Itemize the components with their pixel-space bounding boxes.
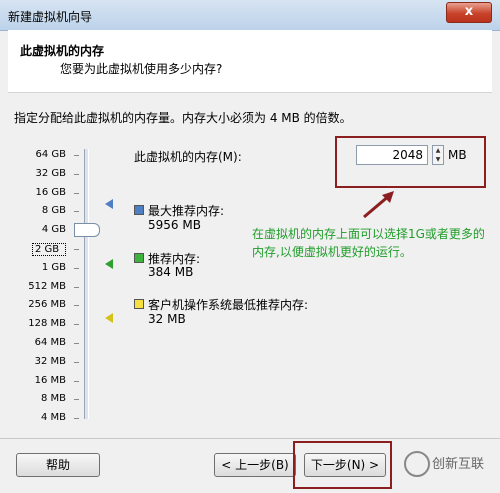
annotation-arrow-icon bbox=[363, 191, 394, 219]
scale-label: 512 MB bbox=[28, 280, 66, 292]
scale-tick bbox=[74, 155, 79, 156]
scale-label: 16 MB bbox=[34, 374, 66, 386]
scale-label: 8 GB bbox=[41, 205, 66, 217]
scale-tick bbox=[74, 361, 79, 363]
scale-label: 16 GB bbox=[35, 186, 66, 198]
back-button[interactable]: < 上一步(B) bbox=[214, 453, 296, 477]
scale-tick bbox=[74, 399, 79, 401]
instruction-text: 指定分配给此虚拟机的内存量。内存大小必须为 4 MB 的倍数。 bbox=[14, 111, 352, 125]
page-title: 此虚拟机的内存 bbox=[20, 44, 105, 58]
memory-label: 此虚拟机的内存(M): bbox=[134, 150, 242, 164]
scale-label: 64 GB bbox=[35, 149, 66, 160]
scale-tick bbox=[74, 249, 79, 250]
help-button[interactable]: 帮助 bbox=[16, 453, 100, 477]
scale-tick bbox=[74, 192, 79, 194]
scale-tick bbox=[74, 324, 79, 326]
close-icon: x bbox=[464, 4, 474, 19]
watermark-logo-icon bbox=[404, 451, 430, 477]
wizard-body: 指定分配给此虚拟机的内存量。内存大小必须为 4 MB 的倍数。 64 GB 32 … bbox=[8, 93, 492, 438]
close-button[interactable]: x bbox=[446, 2, 492, 23]
scale-tick bbox=[74, 305, 79, 307]
scale-tick bbox=[74, 173, 79, 175]
scale-tick bbox=[74, 343, 79, 344]
scale-tick bbox=[74, 380, 79, 382]
scale-label: 1 GB bbox=[41, 261, 66, 273]
scale-label: 2 GB bbox=[32, 243, 66, 256]
max-recommended-swatch-icon bbox=[134, 205, 144, 215]
annotation-text: 在虚拟机的内存上面可以选择1G或者更多的内存,以便虚拟机更好的运行。 bbox=[252, 227, 485, 259]
scale-label: 4 GB bbox=[41, 224, 66, 236]
recommended-swatch-icon bbox=[134, 253, 144, 263]
legend-value-recommended: 384 MB bbox=[148, 265, 194, 279]
scale-label: 4 MB bbox=[40, 412, 66, 424]
wizard-header: 此虚拟机的内存 您要为此虚拟机使用多少内存? bbox=[8, 30, 492, 93]
legend-title-min: 客户机操作系统最低推荐内存: bbox=[148, 298, 309, 312]
highlight-box-input bbox=[335, 136, 486, 188]
scale-label: 32 MB bbox=[34, 355, 66, 367]
highlight-box-next bbox=[293, 441, 392, 489]
legend-value-min: 32 MB bbox=[148, 312, 186, 326]
scale-tick bbox=[74, 286, 79, 288]
page-subtitle: 您要为此虚拟机使用多少内存? bbox=[60, 62, 223, 76]
legend-title-max: 最大推荐内存: bbox=[148, 204, 225, 218]
scale-tick bbox=[74, 211, 79, 213]
scale-label: 256 MB bbox=[28, 299, 66, 311]
scale-tick bbox=[74, 418, 79, 420]
min-recommended-swatch-icon bbox=[134, 299, 144, 309]
max-recommended-marker-icon bbox=[105, 199, 113, 209]
min-recommended-marker-icon bbox=[105, 313, 113, 323]
watermark-text: 创新互联 bbox=[432, 457, 485, 472]
window-title: 新建虚拟机向导 bbox=[8, 10, 93, 24]
memory-slider-thumb[interactable] bbox=[74, 223, 100, 237]
recommended-marker-icon bbox=[105, 259, 113, 269]
scale-label: 32 GB bbox=[35, 167, 66, 179]
scale-label: 128 MB bbox=[28, 318, 66, 330]
scale-tick bbox=[74, 267, 79, 269]
memory-slider-track[interactable] bbox=[84, 149, 89, 419]
legend-value-max: 5956 MB bbox=[148, 218, 201, 232]
wizard-footer: 帮助 < 上一步(B) 下一步(N) > 创新互联 bbox=[0, 438, 500, 493]
scale-label: 64 MB bbox=[34, 337, 66, 348]
wizard-window: 新建虚拟机向导 x 此虚拟机的内存 您要为此虚拟机使用多少内存? 指定分配给此虚… bbox=[0, 0, 500, 493]
scale-label: 8 MB bbox=[40, 393, 66, 405]
title-bar: 新建虚拟机向导 x bbox=[0, 0, 500, 31]
